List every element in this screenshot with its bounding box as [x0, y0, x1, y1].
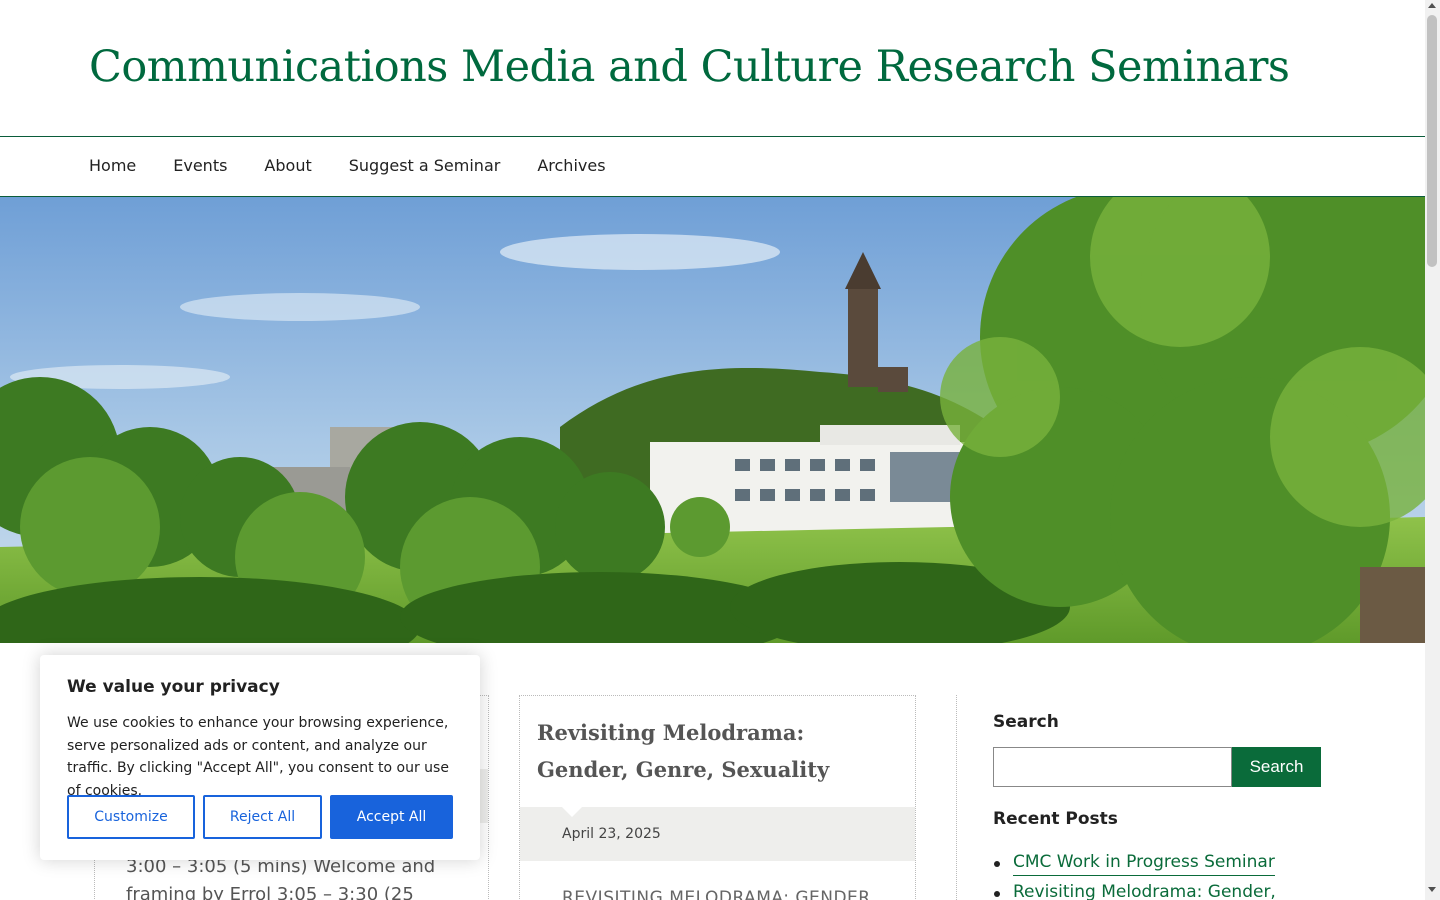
nav-item-archives[interactable]: Archives	[537, 156, 605, 175]
search-input[interactable]	[993, 747, 1232, 787]
cookie-consent-banner: We value your privacy We use cookies to …	[40, 655, 480, 860]
search-heading: Search	[993, 712, 1059, 732]
list-item: Revisiting Melodrama: Gender,	[993, 882, 1276, 900]
list-item: CMC Work in Progress Seminar	[993, 852, 1276, 882]
sidebar-divider	[956, 695, 957, 900]
customize-button[interactable]: Customize	[67, 795, 195, 839]
post-title[interactable]: Revisiting Melodrama: Gender, Genre, Sex…	[537, 714, 897, 788]
recent-post-link[interactable]: Revisiting Melodrama: Gender,	[1013, 882, 1276, 900]
nav-item-about[interactable]: About	[264, 156, 311, 175]
recent-posts-list: CMC Work in Progress Seminar Revisiting …	[993, 852, 1276, 900]
main-nav: Home Events About Suggest a Seminar Arch…	[0, 137, 1425, 197]
cookie-title: We value your privacy	[67, 677, 280, 697]
scroll-down-arrow-icon[interactable]	[1428, 887, 1436, 892]
nav-item-events[interactable]: Events	[173, 156, 227, 175]
scroll-up-arrow-icon[interactable]	[1428, 3, 1436, 8]
post-excerpt: 3:00 – 3:05 (5 mins) Welcome and framing…	[126, 856, 436, 900]
recent-post-link[interactable]: CMC Work in Progress Seminar	[1013, 852, 1275, 876]
search-button[interactable]: Search	[1232, 747, 1321, 787]
site-title[interactable]: Communications Media and Culture Researc…	[89, 42, 1290, 92]
meta-notch	[562, 807, 582, 817]
scroll-thumb[interactable]	[1427, 15, 1437, 267]
post-card: Revisiting Melodrama: Gender, Genre, Sex…	[519, 695, 916, 900]
site-header: Communications Media and Culture Researc…	[0, 0, 1425, 137]
nav-item-suggest-a-seminar[interactable]: Suggest a Seminar	[349, 156, 501, 175]
nav-item-home[interactable]: Home	[89, 156, 136, 175]
cookie-body: We use cookies to enhance your browsing …	[67, 715, 449, 799]
recent-posts-heading: Recent Posts	[993, 809, 1118, 829]
accept-all-button[interactable]: Accept All	[330, 795, 453, 839]
page-scrollbar[interactable]	[1425, 0, 1440, 900]
reject-all-button[interactable]: Reject All	[203, 795, 322, 839]
post-date: April 23, 2025	[562, 826, 661, 842]
post-excerpt: REVISITING MELODRAMA: GENDER,	[562, 888, 877, 900]
hero-image	[0, 197, 1425, 643]
